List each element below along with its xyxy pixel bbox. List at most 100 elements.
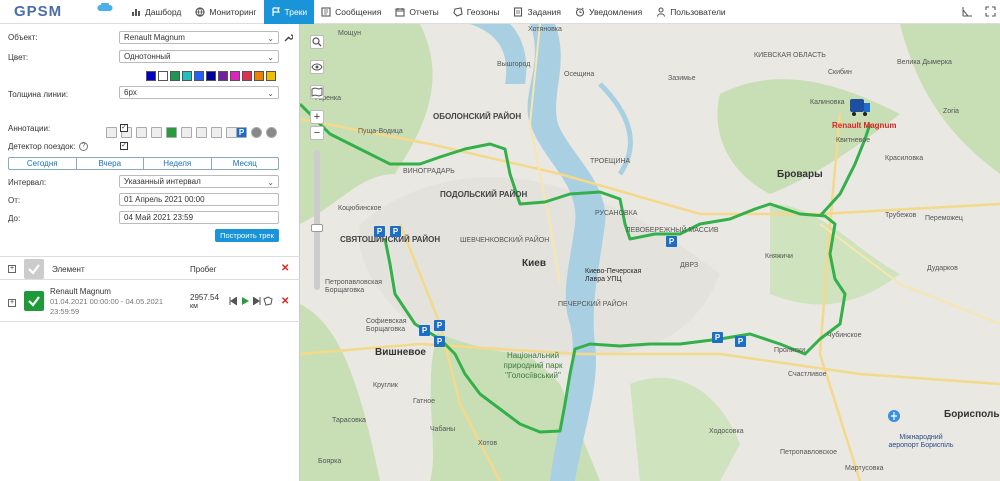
period-yesterday[interactable]: Вчера: [77, 158, 144, 169]
parking-marker[interactable]: P: [390, 226, 401, 237]
nav-reports[interactable]: Отчеты: [388, 0, 445, 24]
period-month[interactable]: Месяц: [212, 158, 279, 169]
nav-dashboard[interactable]: Дашборд: [124, 0, 188, 24]
from-input[interactable]: 01 Апрель 2021 00:00: [119, 193, 279, 206]
color-swatch[interactable]: [170, 71, 180, 81]
annotations-checkbox[interactable]: ✓: [120, 124, 128, 132]
map-label: Борисполь: [944, 409, 1000, 420]
from-label: От:: [8, 196, 21, 205]
nav-messages[interactable]: Сообщения: [314, 0, 388, 24]
arrow-right-icon[interactable]: [266, 127, 277, 138]
period-today[interactable]: Сегодня: [9, 158, 77, 169]
marker-type-icon-1[interactable]: [106, 127, 117, 138]
fullscreen-icon[interactable]: [985, 6, 996, 17]
period-week[interactable]: Неделя: [144, 158, 212, 169]
object-select[interactable]: Renault Magnum ⌄: [119, 31, 279, 44]
nav-label: Дашборд: [145, 6, 182, 17]
color-swatch[interactable]: [158, 71, 168, 81]
color-swatch[interactable]: [206, 71, 216, 81]
marker-type-icon-5[interactable]: [166, 127, 177, 138]
map-label: Красиловка: [885, 155, 924, 162]
color-select[interactable]: Однотонный ⌄: [119, 50, 279, 63]
marker-type-icon-6[interactable]: [181, 127, 192, 138]
map-label: Осещина: [564, 71, 595, 78]
color-swatch[interactable]: [254, 71, 264, 81]
zoom-in-button[interactable]: +: [310, 110, 324, 124]
expand-row-icon[interactable]: +: [8, 299, 16, 307]
col-element: Элемент: [52, 265, 85, 274]
map-visibility-button[interactable]: [310, 60, 324, 74]
interval-select[interactable]: Указанный интервал ⌄: [119, 175, 279, 188]
map-label: Счастливое: [788, 371, 827, 378]
top-navigation-bar: GPSM Дашборд Мониторинг Треки Сообщения …: [0, 0, 1000, 24]
truck-marker-icon[interactable]: [848, 97, 872, 117]
map-layers-button[interactable]: [310, 85, 324, 99]
flag-icon: [271, 6, 280, 16]
map-label: Хотяновка: [528, 26, 562, 33]
delete-all-icon[interactable]: ✕: [281, 263, 289, 274]
zoom-slider-handle[interactable]: [311, 224, 323, 232]
parking-marker[interactable]: P: [735, 336, 746, 347]
tracks-table-header: + Элемент Пробег ✕: [0, 256, 300, 280]
color-value: Однотонный: [124, 52, 171, 61]
image-icon[interactable]: [196, 127, 207, 138]
fast-forward-icon[interactable]: [253, 297, 261, 305]
build-track-button[interactable]: Построить трек: [215, 229, 279, 242]
color-swatch[interactable]: [218, 71, 228, 81]
rewind-icon[interactable]: [229, 297, 237, 305]
fit-to-track-icon[interactable]: [263, 296, 273, 306]
map-label: ПЕЧЕРСКИЙ РАЙОН: [558, 301, 628, 308]
parking-marker[interactable]: P: [434, 336, 445, 347]
gpsm-logo[interactable]: GPSM: [0, 0, 124, 24]
polygon-icon: [453, 6, 463, 17]
map-label: Zoria: [943, 108, 959, 115]
nav-tracks[interactable]: Треки: [263, 0, 315, 24]
nav-geozones[interactable]: Геозоны: [446, 0, 507, 24]
thickness-select[interactable]: 6px ⌄: [119, 86, 279, 99]
chevron-down-icon: ⌄: [267, 178, 274, 187]
select-all-checkbox[interactable]: [24, 259, 44, 279]
wrench-icon[interactable]: [284, 33, 293, 42]
nav-notifications[interactable]: Уведомления: [568, 0, 649, 24]
measure-icon[interactable]: [962, 6, 973, 17]
to-label: До:: [8, 214, 21, 223]
marker-type-icon-4[interactable]: [151, 127, 162, 138]
to-input[interactable]: 04 Май 2021 23:59: [119, 211, 279, 224]
track-mileage: 2957.54: [190, 293, 219, 302]
stop-icon[interactable]: [251, 127, 262, 138]
play-icon[interactable]: [241, 297, 249, 305]
track-row[interactable]: + Renault Magnum 01.04.2021 00:00:00 - 0…: [0, 280, 300, 322]
color-swatch[interactable]: [266, 71, 276, 81]
nav-label: Мониторинг: [209, 6, 257, 17]
map-label: Переможец: [925, 215, 963, 222]
color-swatch[interactable]: [182, 71, 192, 81]
nav-monitoring[interactable]: Мониторинг: [188, 0, 263, 24]
marker-type-icon-3[interactable]: [136, 127, 147, 138]
map-label: ТРОЕЩИНА: [590, 158, 631, 165]
nav-tasks[interactable]: Задания: [506, 0, 568, 24]
parking-marker[interactable]: P: [712, 332, 723, 343]
parking-marker[interactable]: P: [666, 236, 677, 247]
parking-marker[interactable]: P: [374, 226, 385, 237]
color-swatch[interactable]: [146, 71, 156, 81]
zoom-slider-track[interactable]: [314, 150, 320, 290]
track-name: Renault Magnum: [50, 287, 111, 296]
expand-all-icon[interactable]: +: [8, 265, 16, 273]
parking-marker[interactable]: P: [419, 325, 430, 336]
parking-icon[interactable]: P: [236, 127, 247, 138]
zoom-out-button[interactable]: −: [310, 126, 324, 140]
color-swatch[interactable]: [194, 71, 204, 81]
trip-detector-checkbox[interactable]: ✓: [120, 142, 128, 150]
nav-users[interactable]: Пользователи: [649, 0, 732, 24]
delete-track-icon[interactable]: ✕: [281, 296, 289, 307]
map-view[interactable]: Мощун Вышгород Осещина Хотяновка Зазимье…: [300, 24, 1000, 481]
map-search-button[interactable]: [310, 35, 324, 49]
help-icon[interactable]: ?: [79, 142, 89, 151]
parking-marker[interactable]: P: [434, 320, 445, 331]
map-label: Трубежов: [885, 212, 917, 219]
color-swatch[interactable]: [230, 71, 240, 81]
map-label: Петропавловская Борщаговка: [325, 279, 383, 294]
color-swatch[interactable]: [242, 71, 252, 81]
marker-type-icon-8[interactable]: [211, 127, 222, 138]
track-checkbox[interactable]: [24, 291, 44, 311]
